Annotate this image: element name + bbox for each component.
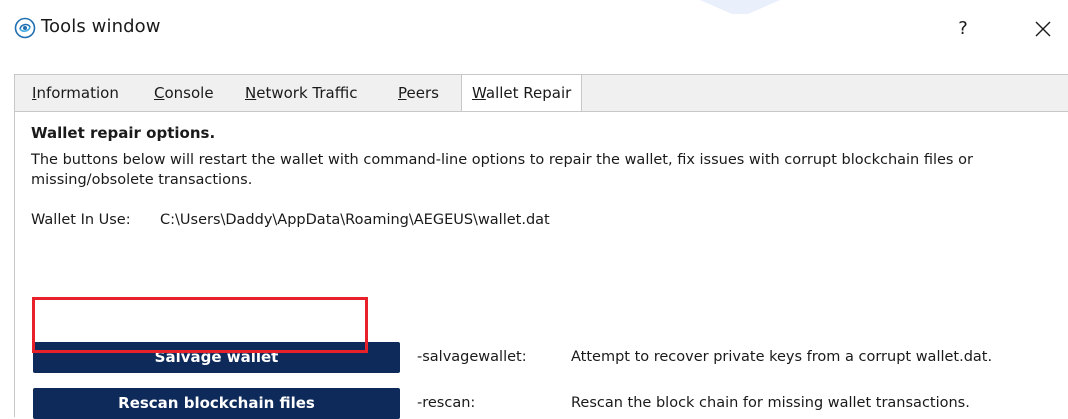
tab-peers[interactable]: Peers <box>398 75 439 111</box>
highlight-box <box>32 297 368 353</box>
tab-wallet-repair[interactable]: Wallet Repair <box>461 74 583 113</box>
salvage-wallet-description: Attempt to recover private keys from a c… <box>571 349 993 365</box>
panel-heading: Wallet repair options. <box>31 124 216 142</box>
tab-information[interactable]: Information <box>32 75 119 111</box>
salvage-wallet-option: -salvagewallet: <box>417 349 527 365</box>
panel-description: The buttons below will restart the walle… <box>31 152 973 188</box>
close-icon[interactable] <box>1032 18 1054 40</box>
rescan-option: -rescan: <box>417 395 476 411</box>
tab-console-label: onsole <box>164 84 214 102</box>
top-decoration <box>700 0 780 14</box>
tab-network-traffic-accel: N <box>245 84 257 102</box>
tab-peers-label: eers <box>406 84 439 102</box>
help-button[interactable]: ? <box>948 14 978 44</box>
tab-bar: Information Console Network Traffic Peer… <box>15 74 1068 113</box>
wallet-path: C:\Users\Daddy\AppData\Roaming\AEGEUS\wa… <box>160 212 550 228</box>
tab-network-traffic-label: etwork Traffic <box>256 84 358 102</box>
tab-wallet-repair-accel: W <box>472 84 486 102</box>
wallet-repair-panel: Wallet repair options. The buttons below… <box>15 111 1068 419</box>
rescan-description: Rescan the block chain for missing walle… <box>571 395 970 411</box>
title-bar: Tools window ? <box>0 0 1068 60</box>
tab-information-label: nformation <box>36 84 119 102</box>
window-title: Tools window <box>41 16 161 37</box>
tab-peers-accel: P <box>398 84 407 102</box>
tab-console-accel: C <box>154 84 165 102</box>
tab-network-traffic[interactable]: Network Traffic <box>245 75 357 111</box>
tab-widget: Information Console Network Traffic Peer… <box>14 74 1068 419</box>
app-icon <box>14 17 36 39</box>
wallet-in-use-label: Wallet In Use: <box>31 212 131 228</box>
tab-console[interactable]: Console <box>154 75 214 111</box>
rescan-blockchain-button[interactable]: Rescan blockchain files <box>33 388 400 419</box>
tab-wallet-repair-label: allet Repair <box>485 84 572 102</box>
